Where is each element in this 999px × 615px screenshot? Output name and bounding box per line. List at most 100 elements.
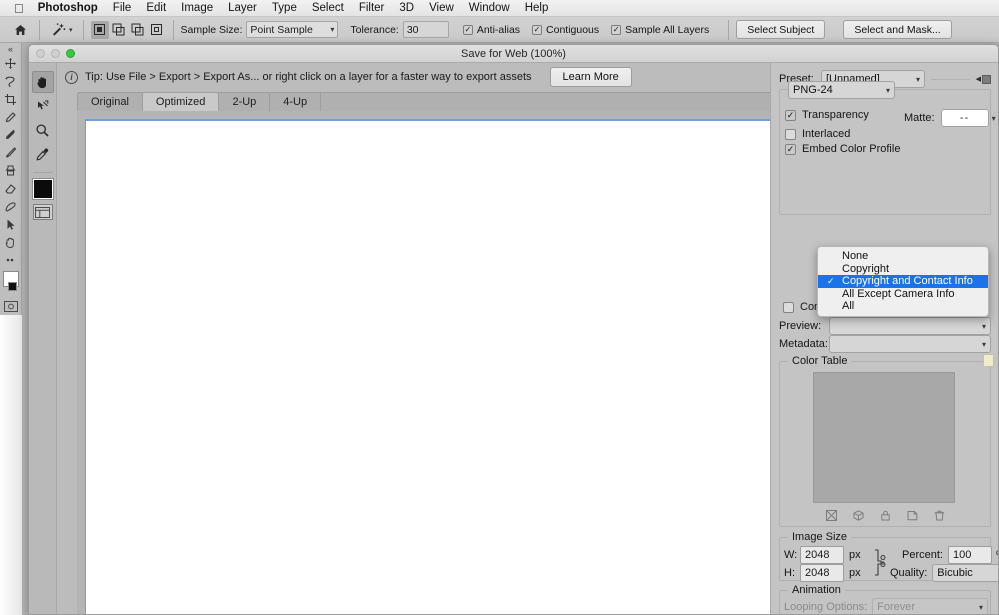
separator-line: [931, 78, 970, 80]
transparency-checkbox[interactable]: ✓: [785, 109, 796, 121]
menu-item-file[interactable]: File: [113, 2, 132, 14]
tab-4up[interactable]: 4-Up: [269, 92, 322, 111]
anti-alias-checkbox[interactable]: ✓: [462, 24, 473, 35]
embed-color-profile-row[interactable]: ✓ Embed Color Profile: [785, 143, 900, 155]
color-table-swatches[interactable]: [813, 372, 955, 503]
collapse-panel-icon[interactable]: «: [8, 44, 13, 54]
new-selection-button[interactable]: [90, 20, 109, 39]
preview-select[interactable]: ▾: [829, 317, 991, 335]
subtract-from-selection-button[interactable]: [129, 21, 147, 39]
menu-item-image[interactable]: Image: [181, 2, 213, 14]
tab-original[interactable]: Original: [77, 92, 143, 111]
looping-options-select[interactable]: Forever ▾: [872, 598, 988, 614]
menu-option-all-except-camera-info[interactable]: All Except Camera Info: [818, 288, 988, 301]
constrain-proportions-icon[interactable]: [872, 548, 888, 581]
matte-select[interactable]: --: [940, 109, 989, 127]
learn-more-label: Learn More: [562, 71, 619, 83]
delete-color-icon[interactable]: [934, 510, 945, 524]
tip-text: Tip: Use File > Export > Export As... or…: [85, 71, 532, 83]
foreground-color-swatch[interactable]: [2, 271, 19, 292]
panel-menu-icon[interactable]: ◀: [976, 74, 991, 84]
preview-canvas-area[interactable]: [77, 111, 800, 614]
snap-to-web-palette-icon[interactable]: [825, 510, 837, 524]
chevron-down-icon[interactable]: ▾: [992, 114, 996, 123]
interlaced-checkbox[interactable]: [785, 128, 796, 140]
add-to-selection-button[interactable]: [110, 21, 128, 39]
move-tool-icon[interactable]: [1, 54, 21, 72]
shift-to-transparent-icon[interactable]: [853, 510, 864, 524]
crop-tool-icon[interactable]: [1, 90, 21, 108]
interlaced-row[interactable]: Interlaced: [785, 128, 850, 140]
eyedropper-tool[interactable]: [32, 143, 54, 165]
save-for-web-dialog: Save for Web (100%) i Tip: Use File > Ex…: [28, 44, 999, 615]
eyedropper-tool-icon[interactable]: [1, 108, 21, 126]
eraser-tool-icon[interactable]: [1, 180, 21, 198]
home-icon[interactable]: [8, 20, 32, 40]
apple-icon[interactable]: : [14, 2, 24, 15]
toggle-slices-visibility-icon[interactable]: [32, 204, 53, 220]
lasso-tool-icon[interactable]: [1, 72, 21, 90]
menu-option-copyright-and-contact-info[interactable]: ✓ Copyright and Contact Info: [818, 275, 988, 288]
learn-more-button[interactable]: Learn More: [549, 67, 632, 87]
menu-item-select[interactable]: Select: [312, 2, 344, 14]
height-input[interactable]: 2048: [800, 564, 844, 582]
tolerance-input[interactable]: 30: [402, 21, 449, 38]
menu-item-filter[interactable]: Filter: [359, 2, 385, 14]
sample-all-layers-checkbox[interactable]: ✓: [611, 24, 622, 35]
dialog-tool-palette: [29, 63, 57, 614]
convert-to-srgb-checkbox[interactable]: [783, 301, 794, 313]
gradient-tool-icon[interactable]: [1, 198, 21, 216]
tab-original-label: Original: [91, 96, 129, 108]
percent-input[interactable]: 100: [947, 546, 992, 564]
menu-item-photoshop[interactable]: Photoshop: [38, 2, 98, 14]
quick-mask-icon[interactable]: [1, 297, 21, 315]
path-selection-tool-icon[interactable]: [1, 215, 21, 233]
more-tools-icon[interactable]: [1, 251, 21, 269]
tab-optimized[interactable]: Optimized: [141, 92, 220, 111]
quality-select[interactable]: Bicubic ▾: [932, 564, 998, 582]
menu-item-3d[interactable]: 3D: [399, 2, 414, 14]
tool-preset-caret[interactable]: ▾: [69, 26, 73, 34]
new-color-icon[interactable]: [907, 510, 918, 524]
chevron-down-icon: ▾: [885, 85, 890, 95]
menu-item-view[interactable]: View: [429, 2, 454, 14]
intersect-selection-button[interactable]: [148, 21, 166, 39]
slice-select-tool[interactable]: [32, 95, 54, 117]
menu-item-window[interactable]: Window: [469, 2, 510, 14]
file-format-select[interactable]: PNG-24 ▾: [788, 81, 895, 99]
clone-stamp-tool-icon[interactable]: [1, 162, 21, 180]
menu-item-edit[interactable]: Edit: [146, 2, 166, 14]
select-subject-button[interactable]: Select Subject: [736, 20, 826, 39]
embed-color-profile-checkbox[interactable]: ✓: [785, 143, 796, 155]
looping-options-label: Looping Options:: [784, 601, 868, 613]
menu-item-type[interactable]: Type: [272, 2, 297, 14]
sample-all-layers-checkbox-row[interactable]: ✓ Sample All Layers: [611, 24, 709, 36]
menu-option-none[interactable]: None: [818, 250, 988, 263]
menu-item-help[interactable]: Help: [525, 2, 549, 14]
contiguous-checkbox[interactable]: ✓: [532, 24, 543, 35]
metadata-select[interactable]: ▾: [829, 335, 991, 353]
brush-tool-icon[interactable]: [1, 144, 21, 162]
percent-value: 100: [952, 549, 972, 561]
optimized-image-preview[interactable]: [85, 119, 794, 614]
sample-size-select[interactable]: Point Sample ▾: [246, 21, 339, 38]
hand-tool-icon[interactable]: [1, 233, 21, 251]
healing-brush-tool-icon[interactable]: [1, 126, 21, 144]
matte-label: Matte:: [904, 112, 935, 124]
eyedropper-color-swatch[interactable]: [31, 178, 54, 200]
menu-option-all[interactable]: All: [818, 300, 988, 313]
zoom-tool[interactable]: [32, 119, 54, 141]
select-and-mask-button[interactable]: Select and Mask...: [843, 20, 952, 39]
lock-color-icon[interactable]: [880, 510, 891, 524]
menu-item-layer[interactable]: Layer: [228, 2, 257, 14]
transparency-row[interactable]: ✓ Transparency: [785, 109, 869, 121]
hand-tool[interactable]: [31, 71, 54, 93]
anti-alias-checkbox-row[interactable]: ✓ Anti-alias: [462, 24, 520, 36]
menu-option-all-except-camera-info-label: All Except Camera Info: [842, 287, 955, 300]
width-input[interactable]: 2048: [800, 546, 844, 564]
active-tool-chip[interactable]: ▾: [47, 21, 76, 39]
tab-2up-label: 2-Up: [232, 96, 257, 108]
contiguous-checkbox-row[interactable]: ✓ Contiguous: [532, 24, 599, 36]
tab-2up[interactable]: 2-Up: [218, 92, 271, 111]
menu-option-copyright[interactable]: Copyright: [818, 263, 988, 276]
